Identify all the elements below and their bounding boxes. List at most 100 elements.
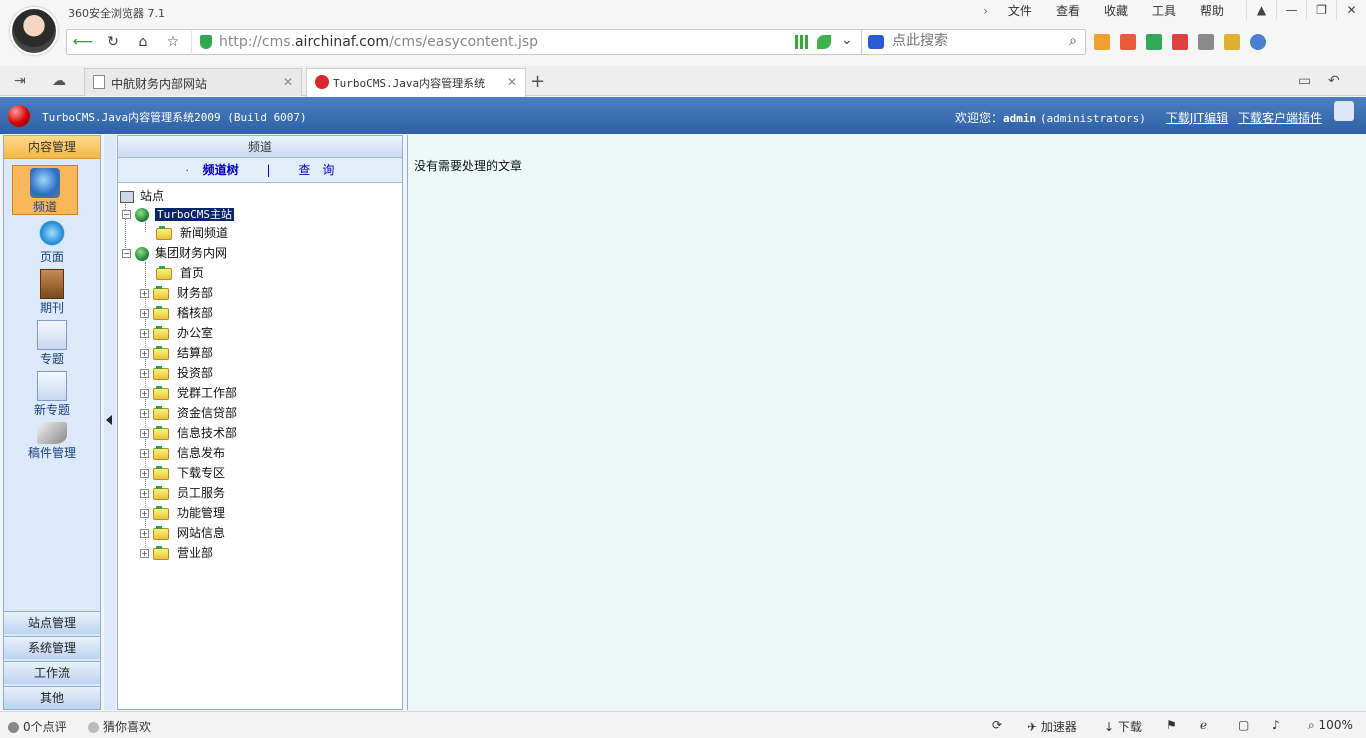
ie-mode-icon[interactable]: ℯ [1200,718,1207,732]
expand-node-icon[interactable]: + [140,309,149,318]
close-tab-icon[interactable]: ✕ [283,75,293,89]
wallet-icon[interactable] [1146,34,1162,50]
skin-icon[interactable]: ▲ [1246,0,1276,20]
volume-icon[interactable]: ♪ [1272,718,1280,732]
expand-node-icon[interactable]: + [140,449,149,458]
expand-node-icon[interactable]: + [140,509,149,518]
window-icon[interactable]: ▢ [1238,718,1249,732]
url-text[interactable]: http://cms.airchinaf.com/cms/easycontent… [219,34,538,50]
menu-expand-icon[interactable]: › [971,3,996,19]
qr-code-icon[interactable] [795,35,809,49]
tab-finance-site[interactable]: 中航财务内部网站 ✕ [84,68,302,96]
restore-button[interactable]: ❐ [1306,0,1336,20]
user-avatar[interactable] [10,7,58,55]
tree-node-channel[interactable]: + 信息发布 [140,444,225,462]
tree-node-channel[interactable]: + 员工服务 [140,484,225,502]
game-icon[interactable] [1198,34,1214,50]
download-button[interactable]: ↓ 下载 [1104,718,1142,735]
apps-icon[interactable] [1094,34,1110,50]
expand-node-icon[interactable]: + [140,369,149,378]
expand-node-icon[interactable]: + [140,489,149,498]
tree-node-channel[interactable]: + 党群工作部 [140,384,237,402]
tree-node-channel[interactable]: + 结算部 [140,344,213,362]
collapse-node-icon[interactable]: − [122,210,131,219]
expand-node-icon[interactable]: + [140,329,149,338]
pdf-icon[interactable] [1172,34,1188,50]
back-icon[interactable]: ⟵ [73,34,93,50]
download-plugin-link[interactable]: 下载客户端插件 [1238,111,1322,125]
collapse-splitter[interactable] [104,135,116,710]
tree-node-channel[interactable]: + 财务部 [140,284,213,302]
tab-list-icon[interactable]: ▭ [1298,73,1311,89]
nav-item-manuscript[interactable]: 稿件管理 [4,420,100,470]
expand-node-icon[interactable]: + [140,289,149,298]
tree-node-channel[interactable]: + 下载专区 [140,464,225,482]
expand-node-icon[interactable]: + [140,469,149,478]
expand-node-icon[interactable]: + [140,409,149,418]
tree-node-channel[interactable]: 首页 [156,264,204,282]
minimize-button[interactable]: — [1276,0,1306,20]
expand-node-icon[interactable]: + [140,349,149,358]
nav-workflow[interactable]: 工作流 [4,661,100,684]
guess-you-like[interactable]: 猜你喜欢 [88,718,151,735]
home-icon[interactable]: ⌂ [133,34,153,50]
speed-mode-icon[interactable] [817,35,831,49]
zoom-control[interactable]: ⌕ 100% [1308,718,1353,733]
expand-node-icon[interactable]: + [140,429,149,438]
expand-node-icon[interactable]: + [140,389,149,398]
tree-node-site[interactable]: − 集团财务内网 [122,244,227,262]
nav-item-new-topic[interactable]: 新专题 [4,369,100,419]
baidu-icon[interactable] [868,35,884,49]
tree-node-channel[interactable]: 新闻频道 [156,224,228,242]
screenshot-icon[interactable] [1224,34,1240,50]
translate-icon[interactable] [1120,34,1136,50]
tree-node-channel[interactable]: + 稽核部 [140,304,213,322]
nav-item-channel[interactable]: 频道 [12,165,78,215]
tree-node-channel[interactable]: + 办公室 [140,324,213,342]
nav-item-journal[interactable]: 期刊 [4,267,100,317]
nav-other[interactable]: 其他 [4,686,100,709]
collapse-left-icon[interactable] [106,415,112,425]
menu-favorites[interactable]: 收藏 [1092,3,1140,19]
sidebar-toggle-icon[interactable]: ⇥ [14,73,26,89]
tree-node-channel[interactable]: + 投资部 [140,364,213,382]
tree-node-channel[interactable]: + 网站信息 [140,524,225,542]
tree-node-site[interactable]: − TurboCMS主站 [122,205,234,223]
menu-help[interactable]: 帮助 [1188,3,1236,19]
tree-node-channel[interactable]: + 资金信贷部 [140,404,237,422]
address-bar[interactable]: http://cms.airchinaf.com/cms/easycontent… [191,31,859,53]
network-icon[interactable]: ⟳ [992,718,1002,732]
find-icon[interactable] [1250,34,1266,50]
logout-icon[interactable] [1334,101,1354,121]
search-input[interactable] [892,30,1056,52]
nav-item-topic[interactable]: 专题 [4,318,100,368]
search-icon[interactable]: ⌕ [1069,33,1077,49]
accelerator-button[interactable]: ✈ 加速器 [1027,718,1077,735]
download-editor-link[interactable]: 下载JIT编辑 [1166,111,1228,125]
undo-close-icon[interactable]: ↶ [1328,73,1340,89]
nav-header[interactable]: 内容管理 [4,136,100,159]
menu-tools[interactable]: 工具 [1140,3,1188,19]
nav-site-management[interactable]: 站点管理 [4,611,100,634]
tab-channel-tree[interactable]: 频道树 [203,163,239,177]
close-window-button[interactable]: ✕ [1336,0,1366,20]
collapse-node-icon[interactable]: − [122,249,131,258]
menu-file[interactable]: 文件 [996,3,1044,19]
expand-node-icon[interactable]: + [140,549,149,558]
nav-item-page[interactable]: 页面 [4,216,100,266]
comments-status[interactable]: 0个点评 [8,718,67,735]
menu-view[interactable]: 查看 [1044,3,1092,19]
tree-node-channel[interactable]: + 营业部 [140,544,213,562]
refresh-icon[interactable]: ↻ [103,34,123,50]
new-tab-icon[interactable]: + [530,71,545,92]
nav-system-management[interactable]: 系统管理 [4,636,100,659]
tree-node-channel[interactable]: + 信息技术部 [140,424,237,442]
tree-node-channel[interactable]: + 功能管理 [140,504,225,522]
tab-query[interactable]: 查 询 [298,163,334,177]
tab-turbocms[interactable]: TurboCMS.Java内容管理系统 ✕ [306,68,526,97]
close-tab-icon[interactable]: ✕ [507,75,517,89]
flag-icon[interactable]: ⚑ [1166,718,1177,732]
cloud-icon[interactable]: ☁ [52,73,66,89]
star-icon[interactable]: ☆ [163,34,183,50]
chevron-down-icon[interactable]: ⌄ [841,32,853,48]
